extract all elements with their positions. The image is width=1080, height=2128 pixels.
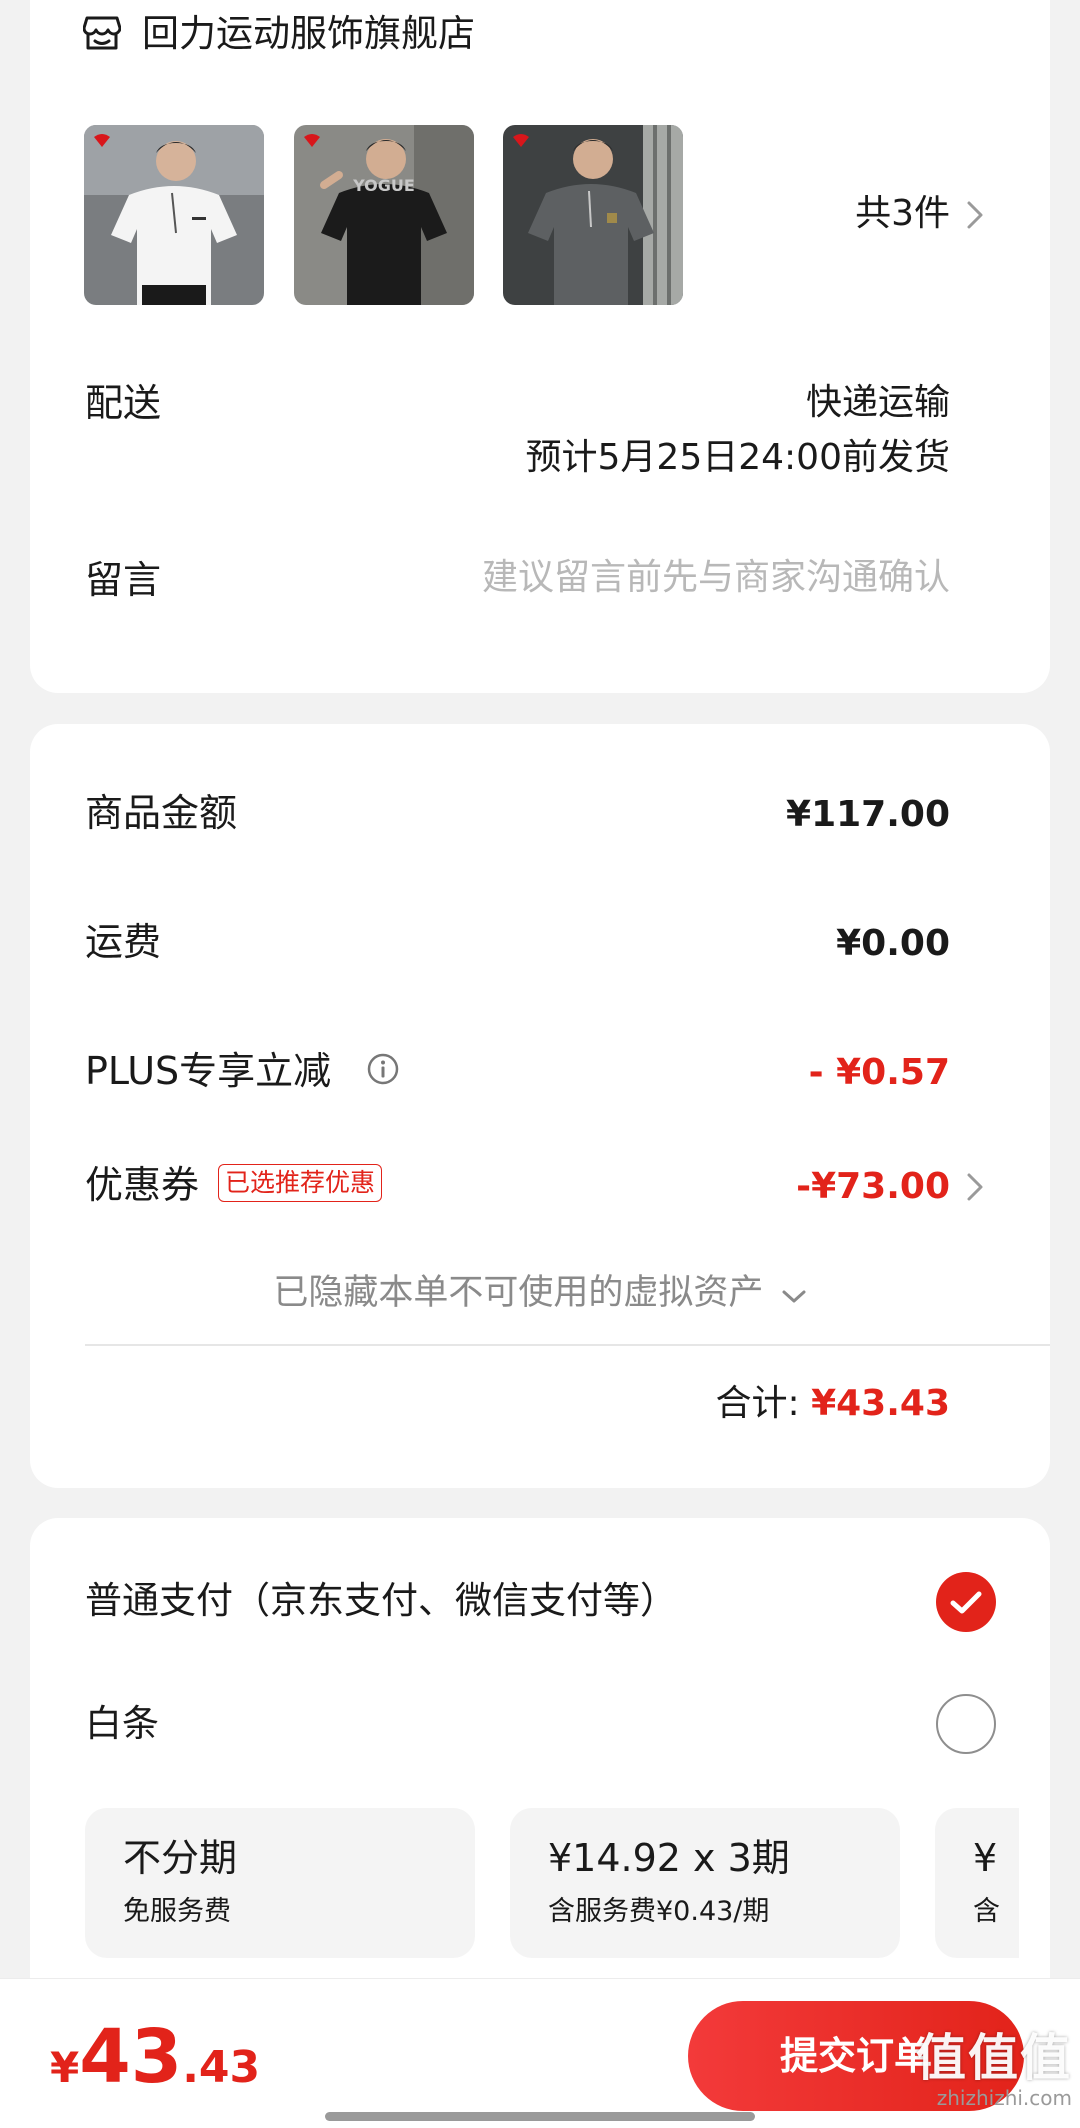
product-thumbnail-grey-tshirt[interactable]	[503, 125, 683, 305]
installment-option[interactable]: 不分期 免服务费	[85, 1808, 475, 1958]
normal-payment-radio[interactable]	[936, 1572, 996, 1632]
amount-decimal: .43	[182, 2042, 261, 2093]
installment-subtitle: 免服务费	[123, 1896, 231, 1927]
coupon-recommended-badge: 已选推荐优惠	[218, 1164, 383, 1202]
goods-amount-label: 商品金额	[85, 791, 238, 835]
installment-option[interactable]: ¥ 含	[935, 1808, 1019, 1958]
baitiao-label[interactable]: 白条	[85, 1701, 159, 1747]
home-indicator[interactable]	[325, 2112, 755, 2121]
normal-payment-label[interactable]: 普通支付（京东支付、微信支付等）	[85, 1578, 677, 1624]
svg-text:YOGUE: YOGUE	[352, 176, 415, 195]
item-count[interactable]: 共3件	[855, 192, 950, 236]
installment-subtitle: 含	[973, 1896, 1000, 1927]
baitiao-radio[interactable]	[936, 1694, 996, 1754]
plus-discount-value: - ¥0.57	[808, 1052, 950, 1093]
installment-title: 不分期	[123, 1836, 238, 1880]
watermark-text: 值值值	[916, 2029, 1072, 2087]
total-label: 合计:	[715, 1383, 800, 1424]
goods-amount-value: ¥117.00	[786, 794, 950, 835]
delivery-label: 配送	[85, 381, 162, 425]
installment-title: ¥14.92 x 3期	[548, 1836, 790, 1880]
coupon-value[interactable]: -¥73.00	[796, 1164, 950, 1210]
shop-icon	[82, 12, 122, 52]
hidden-assets-text: 已隐藏本单不可使用的虚拟资产	[273, 1273, 764, 1313]
installment-subtitle: 含服务费¥0.43/期	[548, 1896, 770, 1927]
delivery-method[interactable]: 快递运输	[806, 380, 950, 426]
coupon-label: 优惠券	[85, 1163, 200, 1207]
total-value: ¥43.43	[811, 1383, 950, 1424]
shop-card: 回力运动服饰旗舰店 YOGUE 共3件 配送 快递运输 预计5月25日24:00…	[30, 0, 1050, 693]
shipping-value: ¥0.00	[836, 923, 950, 964]
product-thumbnail-white-tshirt[interactable]	[84, 125, 264, 305]
price-summary-card: 商品金额 ¥117.00 运费 ¥0.00 PLUS专享立减 - ¥0.57 优…	[30, 724, 1050, 1488]
remark-label: 留言	[85, 558, 162, 602]
hidden-assets-toggle[interactable]: 已隐藏本单不可使用的虚拟资产	[30, 1270, 1050, 1317]
amount-integer: 43	[79, 2014, 183, 2100]
currency-symbol: ¥	[50, 2043, 80, 2092]
chevron-down-icon	[781, 1271, 807, 1317]
product-thumbnail-black-tshirt[interactable]: YOGUE	[294, 125, 474, 305]
plus-discount-label: PLUS专享立减	[85, 1049, 332, 1093]
watermark: 值值值 zhizhizhi.com	[916, 2030, 1072, 2110]
remark-input[interactable]: 建议留言前先与商家沟通确认	[482, 555, 950, 601]
shop-name[interactable]: 回力运动服饰旗舰店	[142, 12, 475, 56]
delivery-eta[interactable]: 预计5月25日24:00前发货	[526, 435, 950, 481]
installment-option[interactable]: ¥14.92 x 3期 含服务费¥0.43/期	[510, 1808, 900, 1958]
info-icon[interactable]	[366, 1052, 400, 1086]
shipping-label: 运费	[85, 920, 162, 964]
payable-amount: ¥43.43	[50, 2007, 260, 2127]
divider	[85, 1344, 1050, 1346]
installment-title: ¥	[973, 1836, 998, 1880]
chevron-right-icon[interactable]	[966, 200, 984, 230]
order-total: 合计: ¥43.43	[715, 1380, 950, 1428]
chevron-right-icon[interactable]	[966, 1172, 984, 1202]
watermark-url: zhizhizhi.com	[936, 2086, 1072, 2110]
